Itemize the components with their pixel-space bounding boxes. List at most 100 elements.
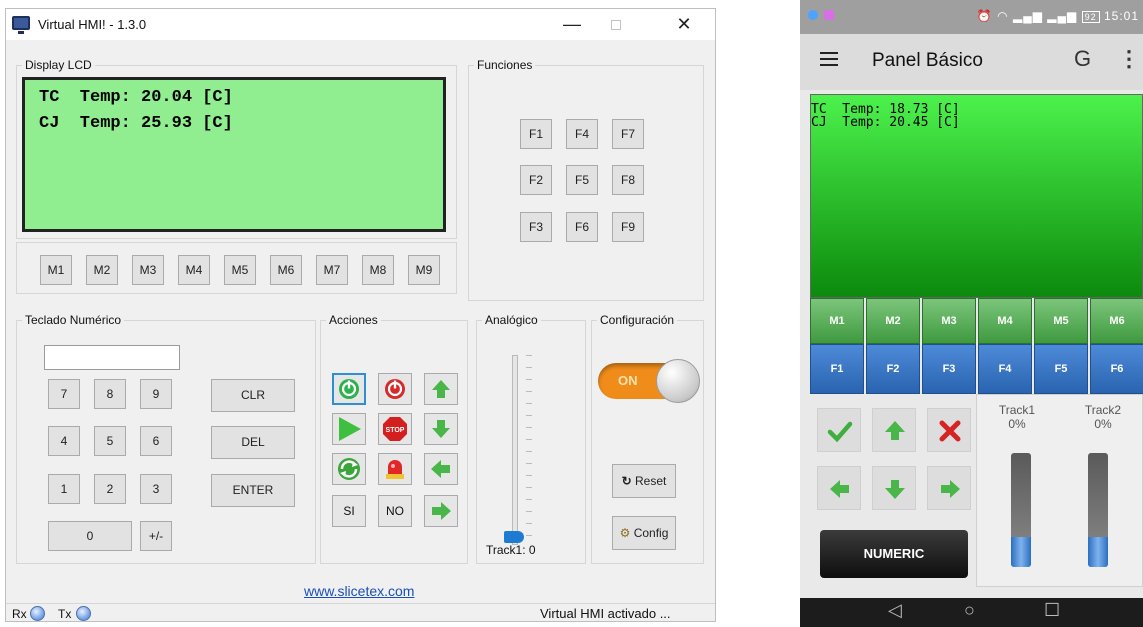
phone-f3-button[interactable]: F3 <box>922 344 976 394</box>
power-on-button[interactable] <box>332 373 366 405</box>
m9-button[interactable]: M9 <box>408 255 440 285</box>
phone-f2-button[interactable]: F2 <box>866 344 920 394</box>
phone-left-button[interactable] <box>817 466 861 510</box>
track1-slider-track[interactable] <box>512 355 518 545</box>
phone-cancel-button[interactable] <box>927 408 971 452</box>
maximize-button[interactable] <box>598 13 634 35</box>
key-7[interactable]: 7 <box>48 379 80 409</box>
key-0[interactable]: 0 <box>48 521 132 551</box>
hamburger-menu-icon[interactable] <box>820 52 838 66</box>
close-button[interactable]: ✕ <box>666 13 702 35</box>
f1-button[interactable]: F1 <box>520 119 552 149</box>
down-button[interactable] <box>424 413 458 445</box>
left-button[interactable] <box>424 453 458 485</box>
alarm-button[interactable] <box>378 453 412 485</box>
key-6[interactable]: 6 <box>140 426 172 456</box>
phone-f5-button[interactable]: F5 <box>1034 344 1088 394</box>
phone-m4-button[interactable]: M4 <box>978 298 1032 344</box>
m7-button[interactable]: M7 <box>316 255 348 285</box>
m3-button[interactable]: M3 <box>132 255 164 285</box>
f3-button[interactable]: F3 <box>520 212 552 242</box>
key-8[interactable]: 8 <box>94 379 126 409</box>
key-plus-minus[interactable]: +/- <box>140 521 172 551</box>
phone-f4-button[interactable]: F4 <box>978 344 1032 394</box>
recents-icon[interactable]: ☐ <box>1044 600 1060 621</box>
key-1[interactable]: 1 <box>48 474 80 504</box>
phone-ok-button[interactable] <box>817 408 861 452</box>
si-button[interactable]: SI <box>332 495 366 527</box>
f8-button[interactable]: F8 <box>612 165 644 195</box>
on-off-toggle[interactable]: ON <box>596 357 702 403</box>
stop-button[interactable]: STOP <box>378 413 412 445</box>
clr-button[interactable]: CLR <box>211 379 295 412</box>
phone-lcd-display: TC Temp: 18.73 [C] CJ Temp: 20.45 [C] <box>810 94 1143 298</box>
m5-button[interactable]: M5 <box>224 255 256 285</box>
m2-button[interactable]: M2 <box>86 255 118 285</box>
del-button[interactable]: DEL <box>211 426 295 459</box>
f7-button[interactable]: F7 <box>612 119 644 149</box>
website-link[interactable]: www.slicetex.com <box>304 583 414 599</box>
refresh-button[interactable] <box>332 453 366 485</box>
phone-right-button[interactable] <box>927 466 971 510</box>
f5-button[interactable]: F5 <box>566 165 598 195</box>
m1-button[interactable]: M1 <box>40 255 72 285</box>
phone-down-button[interactable] <box>872 466 916 510</box>
f9-button[interactable]: F9 <box>612 212 644 242</box>
monitor-icon <box>12 16 30 34</box>
phone-m5-button[interactable]: M5 <box>1034 298 1088 344</box>
track2-bar[interactable] <box>1088 453 1108 567</box>
m4-button[interactable]: M4 <box>178 255 210 285</box>
lcd-group-label: Display LCD <box>22 58 95 72</box>
reset-button[interactable]: ↻ Reset <box>612 464 676 498</box>
tracks-panel: Track1 0% Track2 0% <box>976 394 1143 587</box>
checkmark-icon <box>827 421 853 443</box>
si-label: SI <box>343 504 355 518</box>
numeric-input[interactable] <box>44 345 180 370</box>
connect-icon[interactable]: G <box>1074 46 1091 72</box>
refresh-icon <box>338 458 360 480</box>
up-button[interactable] <box>424 373 458 405</box>
minimize-button[interactable]: — <box>554 13 590 35</box>
key-3[interactable]: 3 <box>140 474 172 504</box>
key-9[interactable]: 9 <box>140 379 172 409</box>
wifi-icon: ◠ <box>997 9 1009 23</box>
f2-button[interactable]: F2 <box>520 165 552 195</box>
actions-group-label: Acciones <box>326 313 381 327</box>
play-icon <box>339 417 361 441</box>
f6-button[interactable]: F6 <box>566 212 598 242</box>
phone-up-button[interactable] <box>872 408 916 452</box>
phone-f1-button[interactable]: F1 <box>810 344 864 394</box>
enter-button[interactable]: ENTER <box>211 474 295 507</box>
phone-m2-button[interactable]: M2 <box>866 298 920 344</box>
power-off-button[interactable] <box>378 373 412 405</box>
m8-button[interactable]: M8 <box>362 255 394 285</box>
analog-group-label: Analógico <box>482 313 541 327</box>
phone-f6-button[interactable]: F6 <box>1090 344 1143 394</box>
no-button[interactable]: NO <box>378 495 412 527</box>
key-5[interactable]: 5 <box>94 426 126 456</box>
arrow-right-icon <box>941 480 960 498</box>
phone-m3-button[interactable]: M3 <box>922 298 976 344</box>
power-red-icon <box>385 379 405 399</box>
config-button[interactable]: ⚙ Config <box>612 516 676 550</box>
home-icon[interactable]: ○ <box>964 600 975 621</box>
rx-led-icon <box>30 606 45 621</box>
key-4[interactable]: 4 <box>48 426 80 456</box>
arrow-up-icon <box>885 421 905 440</box>
right-button[interactable] <box>424 495 458 527</box>
m6-button[interactable]: M6 <box>270 255 302 285</box>
overflow-menu-icon[interactable]: ⋮ <box>1118 46 1140 72</box>
maximize-icon <box>611 20 621 30</box>
phone-m6-button[interactable]: M6 <box>1090 298 1143 344</box>
title-bar: Virtual HMI! - 1.3.0 — ✕ <box>6 9 715 40</box>
track1-bar[interactable] <box>1011 453 1031 567</box>
stop-sign-text: STOP <box>386 427 405 434</box>
battery-icon: 92 <box>1081 11 1100 23</box>
key-2[interactable]: 2 <box>94 474 126 504</box>
phone-m1-button[interactable]: M1 <box>810 298 864 344</box>
f4-button[interactable]: F4 <box>566 119 598 149</box>
back-icon[interactable]: ◁ <box>888 600 902 621</box>
play-button[interactable] <box>332 413 366 445</box>
numeric-button[interactable]: NUMERIC <box>820 530 968 578</box>
track1-slider-thumb[interactable] <box>504 531 524 543</box>
